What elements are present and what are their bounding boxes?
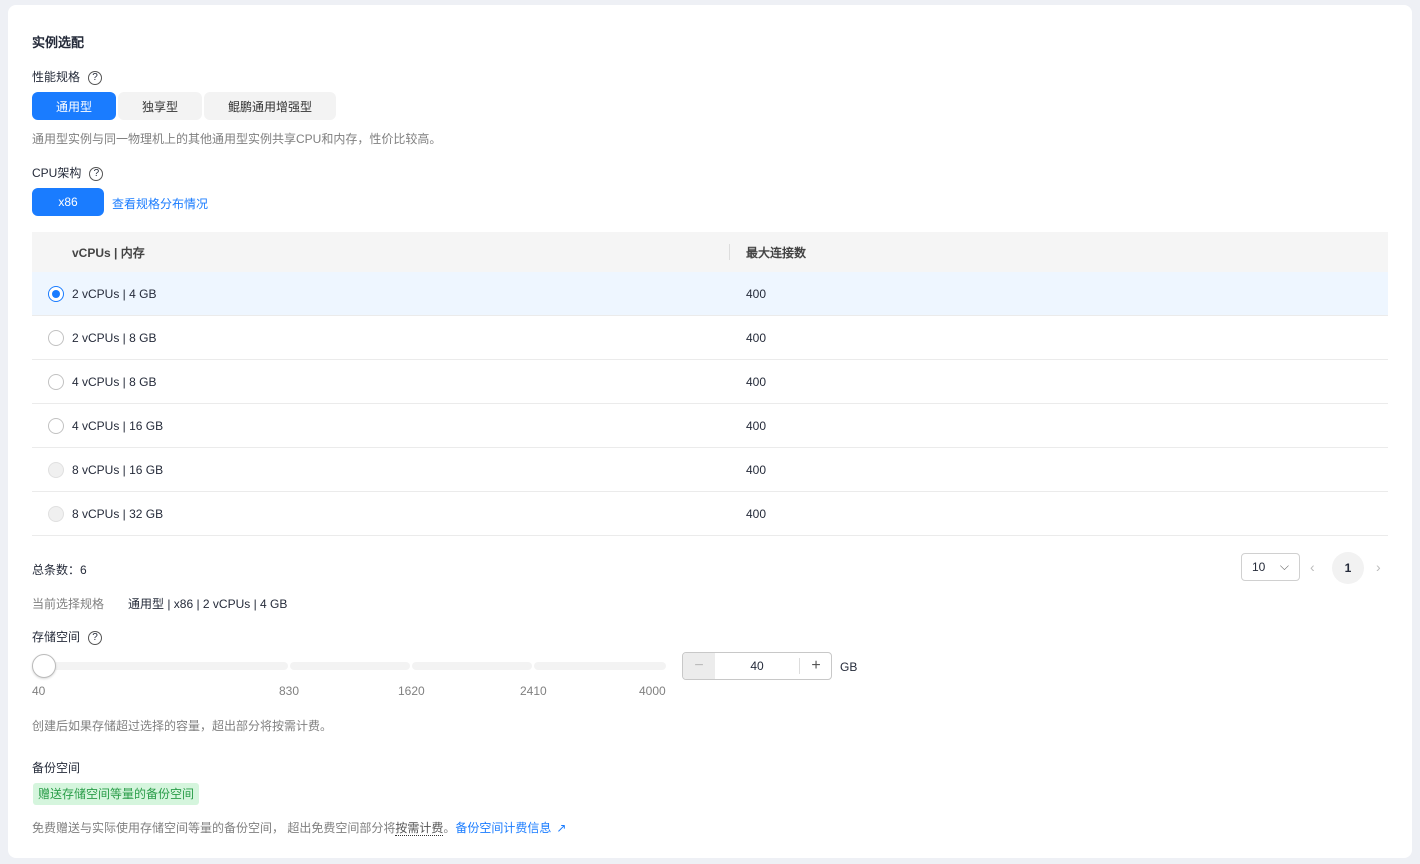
row-connections: 400 bbox=[746, 375, 767, 389]
storage-description: 创建后如果存储超过选择的容量，超出部分将按需计费。 bbox=[32, 719, 333, 733]
storage-label-text: 存储空间 bbox=[32, 630, 81, 644]
storage-slider-handle[interactable] bbox=[32, 654, 56, 678]
backup-desc-suffix: 。 bbox=[443, 821, 456, 835]
row-radio[interactable] bbox=[48, 374, 64, 390]
row-connections: 400 bbox=[746, 463, 767, 477]
row-connections: 400 bbox=[746, 331, 767, 345]
table-row: 8 vCPUs | 16 GB 400 bbox=[32, 448, 1388, 492]
slider-track-segment[interactable] bbox=[290, 662, 410, 670]
table-row[interactable]: 2 vCPUs | 8 GB 400 bbox=[32, 316, 1388, 360]
row-spec: 4 vCPUs | 8 GB bbox=[72, 375, 157, 389]
backup-billing-link[interactable]: 备份空间计费信息 bbox=[455, 821, 551, 835]
slider-track-segment[interactable] bbox=[412, 662, 532, 670]
slider-tick: 40 bbox=[32, 684, 46, 698]
help-icon[interactable]: ? bbox=[88, 70, 103, 85]
spec-distribution-link[interactable]: 查看规格分布情况 bbox=[112, 195, 208, 212]
header-connections: 最大连接数 bbox=[746, 246, 807, 260]
backup-free-tag: 赠送存储空间等量的备份空间 bbox=[33, 783, 200, 805]
current-spec-value: 通用型 | x86 | 2 vCPUs | 4 GB bbox=[128, 597, 288, 611]
external-link-icon[interactable]: ↗ bbox=[556, 821, 566, 835]
prev-page-icon[interactable]: ‹ bbox=[1310, 559, 1315, 575]
page-size-value: 10 bbox=[1252, 560, 1266, 574]
slider-track-segment[interactable] bbox=[534, 662, 666, 670]
row-radio bbox=[48, 506, 64, 522]
slider-tick: 2410 bbox=[520, 684, 547, 698]
table-header: vCPUs | 内存 最大连接数 bbox=[32, 232, 1388, 272]
perf-description: 通用型实例与同一物理机上的其他通用型实例共享CPU和内存，性价比较高。 bbox=[32, 132, 442, 146]
slider-tick: 4000 bbox=[639, 684, 666, 698]
on-demand-term[interactable]: 按需计费 bbox=[395, 821, 444, 836]
row-spec: 2 vCPUs | 8 GB bbox=[72, 331, 157, 345]
increment-button[interactable]: + bbox=[800, 653, 831, 679]
row-spec: 4 vCPUs | 16 GB bbox=[72, 419, 164, 433]
page-size-select[interactable]: 10 ⌵ bbox=[1241, 553, 1300, 581]
next-page-icon[interactable]: › bbox=[1376, 559, 1381, 575]
perf-option-general[interactable]: 通用型 bbox=[32, 92, 116, 120]
table-row[interactable]: 4 vCPUs | 8 GB 400 bbox=[32, 360, 1388, 404]
storage-unit: GB bbox=[840, 660, 858, 674]
perf-option-kunpeng[interactable]: 鲲鹏通用增强型 bbox=[204, 92, 336, 120]
current-spec-label: 当前选择规格 bbox=[32, 597, 105, 611]
table-row[interactable]: 2 vCPUs | 4 GB 400 bbox=[32, 272, 1388, 316]
cpu-label: CPU架构? bbox=[32, 164, 104, 181]
row-spec: 2 vCPUs | 4 GB bbox=[72, 287, 157, 301]
backup-desc-text: 免费赠送与实际使用存储空间等量的备份空间， 超出免费空间部分将 bbox=[32, 821, 396, 835]
section-title: 实例选配 bbox=[32, 35, 85, 50]
backup-description: 免费赠送与实际使用存储空间等量的备份空间， 超出免费空间部分将按需计费。备份空间… bbox=[32, 819, 566, 836]
storage-stepper: − 40 + bbox=[682, 652, 832, 680]
help-icon[interactable]: ? bbox=[89, 166, 104, 181]
table-row: 8 vCPUs | 32 GB 400 bbox=[32, 492, 1388, 536]
row-radio[interactable] bbox=[48, 286, 64, 302]
cpu-option-x86[interactable]: x86 bbox=[32, 188, 104, 216]
slider-track-segment[interactable] bbox=[32, 662, 288, 670]
chevron-down-icon: ⌵ bbox=[1279, 559, 1289, 573]
row-connections: 400 bbox=[746, 507, 767, 521]
perf-label-text: 性能规格 bbox=[32, 70, 81, 84]
row-connections: 400 bbox=[746, 419, 767, 433]
help-icon[interactable]: ? bbox=[88, 630, 103, 645]
decrement-button[interactable]: − bbox=[683, 653, 715, 679]
row-radio[interactable] bbox=[48, 330, 64, 346]
storage-label: 存储空间? bbox=[32, 628, 103, 645]
header-spec: vCPUs | 内存 bbox=[72, 246, 145, 260]
backup-label: 备份空间 bbox=[32, 761, 81, 775]
row-spec: 8 vCPUs | 32 GB bbox=[72, 507, 164, 521]
total-count: 总条数：6 bbox=[32, 563, 87, 577]
perf-label: 性能规格? bbox=[32, 68, 103, 85]
row-radio bbox=[48, 462, 64, 478]
row-spec: 8 vCPUs | 16 GB bbox=[72, 463, 164, 477]
column-divider bbox=[729, 244, 730, 260]
perf-option-dedicated[interactable]: 独享型 bbox=[118, 92, 202, 120]
page-1-button[interactable]: 1 bbox=[1332, 552, 1364, 584]
slider-tick: 830 bbox=[279, 684, 300, 698]
slider-tick: 1620 bbox=[398, 684, 425, 698]
row-connections: 400 bbox=[746, 287, 767, 301]
table-row[interactable]: 4 vCPUs | 16 GB 400 bbox=[32, 404, 1388, 448]
cpu-label-text: CPU架构 bbox=[32, 166, 82, 180]
storage-input[interactable]: 40 bbox=[715, 653, 799, 679]
row-radio[interactable] bbox=[48, 418, 64, 434]
